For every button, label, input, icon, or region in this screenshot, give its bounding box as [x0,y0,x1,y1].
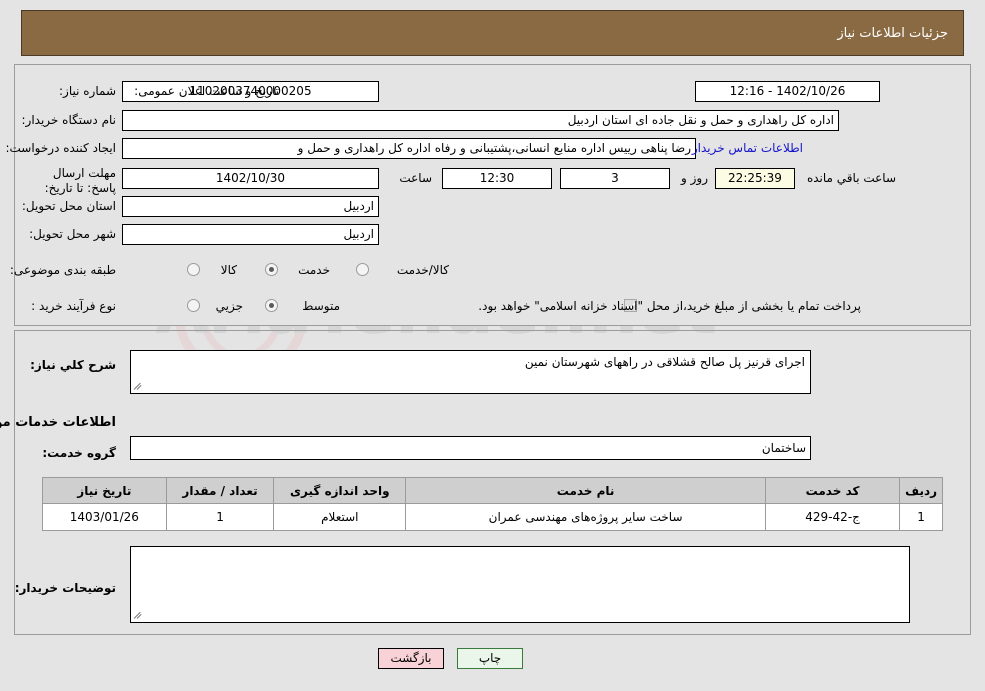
col-header-name: نام خدمت [405,477,766,504]
page-root: AriaTender.net جزئیات اطلاعات نیاز شماره… [0,0,985,691]
radio-process-medium-label: متوسط [302,299,340,313]
remaining-hours-label: ساعت باقي مانده [806,171,896,185]
buyer-notes-label: توضیحات خریدار: [14,581,116,595]
service-group-label: گروه خدمت: [42,446,116,460]
radio-category-service[interactable] [265,263,278,276]
print-button[interactable]: چاپ [457,648,523,669]
radio-process-medium[interactable] [265,299,278,312]
buyer-notes-textarea[interactable] [130,546,910,623]
delivery-province-value: اردبیل [122,196,379,217]
services-table: ردیف کد خدمت نام خدمت واحد اندازه گیری ت… [42,477,943,531]
cell-code: ج-42-429 [764,503,901,531]
delivery-city-label: شهر محل تحویل: [29,227,116,241]
col-header-radif: ردیف [899,477,943,504]
remaining-days-value: 3 [560,168,670,189]
radio-category-goods-label: کالا [220,263,237,277]
deadline-time-value: 12:30 [442,168,552,189]
hour-label: ساعت [399,171,432,185]
general-description-label: شرح کلي نياز: [30,358,116,372]
cell-date: 1403/01/26 [42,503,167,531]
buyer-contact-link[interactable]: اطلاعات تماس خریدار [692,141,803,155]
cell-name: ساخت سایر پروژه‌های مهندسی عمران [405,503,766,531]
radio-category-goods-service-label: کالا/خدمت [396,263,449,277]
islamic-treasury-text: پرداخت تمام یا بخشی از مبلغ خرید،از محل … [478,299,861,313]
service-group-value: ساختمان [130,436,811,460]
services-section-title: اطلاعات خدمات مورد نیاز [0,415,116,430]
col-header-unit: واحد اندازه گیری [273,477,407,504]
table-row: 1 ج-42-429 ساخت سایر پروژه‌های مهندسی عم… [42,503,943,531]
col-header-code: کد خدمت [764,477,901,504]
cell-radif: 1 [899,503,943,531]
days-label: روز و [681,171,708,185]
radio-process-minor[interactable] [187,299,200,312]
cell-unit: استعلام [273,503,407,531]
process-type-label: نوع فرآیند خرید : [31,299,116,313]
requester-value: رضا پناهی رییس اداره منابع انسانی،پشتیبا… [122,138,696,159]
return-button[interactable]: بازگشت [378,648,444,669]
table-header-row: ردیف کد خدمت نام خدمت واحد اندازه گیری ت… [42,477,943,504]
remaining-time-timer: 22:25:39 [715,168,795,189]
deadline-label: مهلت ارسال پاسخ: تا تاریخ: [44,166,116,195]
deadline-date-value: 1402/10/30 [122,168,379,189]
page-header: جزئیات اطلاعات نیاز [21,10,964,56]
delivery-city-value: اردبیل [122,224,379,245]
radio-process-minor-label: جزیي [215,299,243,313]
resize-grip-icon[interactable] [133,609,145,621]
cell-qty: 1 [165,503,275,531]
general-description-value: اجرای قرنیز پل صالح قشلاقی در راههای شهر… [524,355,805,369]
category-label: طبقه بندی موضوعی: [9,263,116,277]
need-number-label: شماره نیاز: [59,84,116,98]
public-announce-label: تاریخ و ساعت اعلان عمومی: [134,84,279,98]
page-title: جزئیات اطلاعات نیاز [837,25,948,41]
col-header-date: تاریخ نیاز [42,477,167,504]
public-announce-value: 1402/10/26 - 12:16 [695,81,880,102]
general-description-textarea[interactable]: اجرای قرنیز پل صالح قشلاقی در راههای شهر… [130,350,811,394]
buyer-org-value: اداره کل راهداری و حمل و نقل جاده ای است… [122,110,839,131]
buyer-org-label: نام دستگاه خریدار: [21,113,117,127]
resize-grip-icon[interactable] [133,380,145,392]
delivery-province-label: استان محل تحویل: [21,199,116,213]
radio-category-service-label: خدمت [298,263,330,277]
col-header-qty: تعداد / مقدار [165,477,275,504]
need-summary-panel [14,64,971,326]
radio-category-goods-service[interactable] [356,263,369,276]
radio-category-goods[interactable] [187,263,200,276]
requester-label: ایجاد کننده درخواست: [5,141,116,155]
